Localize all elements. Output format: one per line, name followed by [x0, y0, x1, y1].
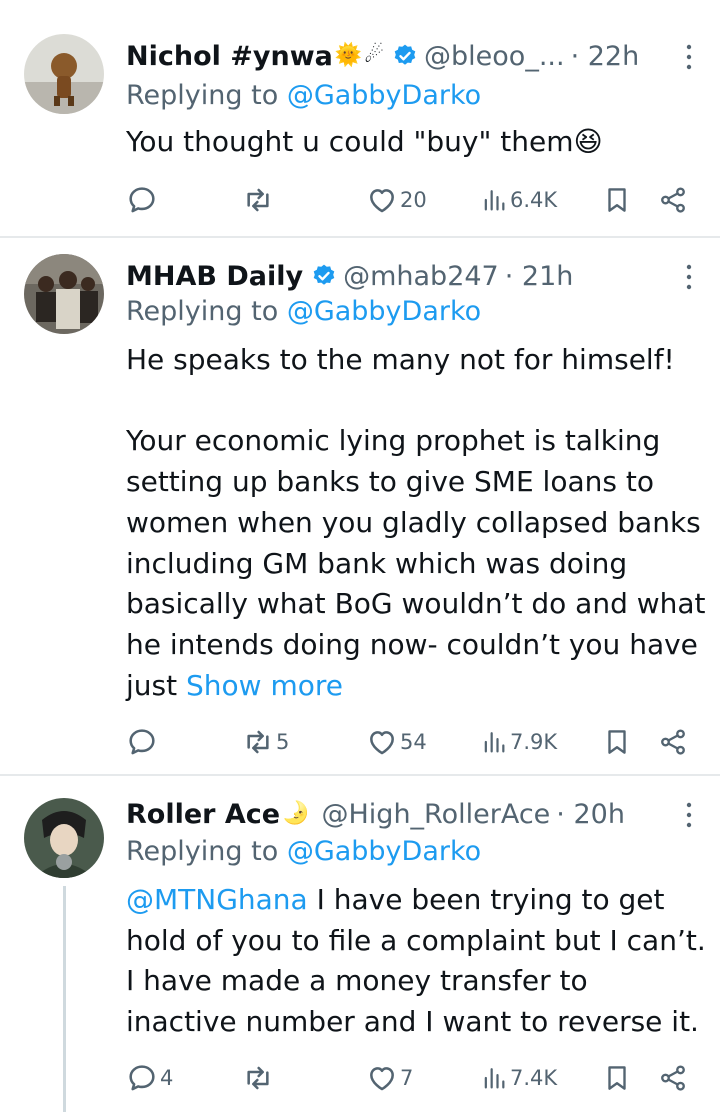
- like-icon: [366, 184, 398, 216]
- reply-button[interactable]: [126, 180, 160, 220]
- share-icon: [658, 1063, 688, 1093]
- share-icon: [658, 727, 688, 757]
- replying-to: Replying to @GabbyDarko: [126, 296, 481, 327]
- bookmark-icon: [602, 1063, 632, 1093]
- reply-icon: [126, 184, 158, 216]
- replying-to: Replying to @GabbyDarko: [126, 836, 481, 867]
- thread-line: [63, 886, 66, 1112]
- reply-count: 4: [160, 1066, 174, 1090]
- bookmark-button[interactable]: [602, 722, 632, 762]
- retweet-button[interactable]: [242, 1058, 276, 1098]
- views-button[interactable]: 7.9K: [480, 722, 557, 762]
- more-icon[interactable]: [684, 800, 694, 830]
- tweet-header: Nichol #ynwa 🌞 ☄ @bleoo_... · 22h: [126, 36, 639, 76]
- tweet[interactable]: Nichol #ynwa 🌞 ☄ @bleoo_... · 22h Replyi…: [0, 0, 720, 236]
- mention-link[interactable]: @MTNGhana: [126, 883, 308, 916]
- display-name[interactable]: Roller Ace: [126, 799, 280, 830]
- more-icon[interactable]: [684, 42, 694, 72]
- avatar[interactable]: [24, 254, 104, 334]
- tweet-header: Roller Ace 🌛 @High_RollerAce · 20h: [126, 794, 625, 834]
- like-count: 7: [400, 1066, 414, 1090]
- tweet-text: He speaks to the many not for himself! Y…: [126, 340, 706, 706]
- name-emoji: 🌛: [282, 801, 310, 826]
- bookmark-button[interactable]: [602, 1058, 632, 1098]
- tweet-text: @MTNGhana I have been trying to get hold…: [126, 880, 706, 1043]
- views-count: 7.9K: [510, 730, 558, 754]
- views-count: 7.4K: [510, 1066, 558, 1090]
- avatar[interactable]: [24, 34, 104, 114]
- bookmark-button[interactable]: [602, 180, 632, 220]
- action-bar: 5 54 7.9K: [126, 722, 706, 762]
- share-button[interactable]: [658, 722, 688, 762]
- tweet[interactable]: MHAB Daily @mhab247 · 21h Replying to @G…: [0, 238, 720, 774]
- bookmark-icon: [602, 185, 632, 215]
- like-count: 54: [400, 730, 427, 754]
- retweet-icon: [242, 726, 274, 758]
- tweet-text-content: He speaks to the many not for himself! Y…: [126, 343, 706, 702]
- display-name[interactable]: MHAB Daily: [126, 261, 303, 292]
- like-button[interactable]: 54: [366, 722, 427, 762]
- like-button[interactable]: 20: [366, 180, 427, 220]
- replying-to-handle[interactable]: @GabbyDarko: [287, 296, 481, 327]
- replying-prefix: Replying to: [126, 80, 287, 111]
- reply-icon: [126, 1062, 158, 1094]
- verified-badge-icon: [392, 43, 418, 69]
- views-button[interactable]: 7.4K: [480, 1058, 557, 1098]
- tweet-header: MHAB Daily @mhab247 · 21h: [126, 256, 573, 296]
- timestamp[interactable]: · 22h: [571, 41, 640, 72]
- show-more-link[interactable]: Show more: [186, 669, 343, 702]
- timestamp[interactable]: · 21h: [505, 261, 574, 292]
- timestamp[interactable]: · 20h: [556, 799, 625, 830]
- retweet-icon: [242, 1062, 274, 1094]
- retweet-button[interactable]: [242, 180, 276, 220]
- share-button[interactable]: [658, 1058, 688, 1098]
- like-count: 20: [400, 188, 427, 212]
- tweet-text: You thought u could "buy" them😆: [126, 122, 706, 163]
- like-icon: [366, 1062, 398, 1094]
- like-button[interactable]: 7: [366, 1058, 413, 1098]
- views-icon: [480, 728, 508, 756]
- handle[interactable]: @High_RollerAce: [322, 799, 551, 830]
- tweet-text-content: You thought u could "buy" them: [126, 125, 574, 158]
- avatar[interactable]: [24, 798, 104, 878]
- bookmark-icon: [602, 727, 632, 757]
- retweet-button[interactable]: 5: [242, 722, 289, 762]
- action-bar: 20 6.4K: [126, 180, 706, 220]
- display-name[interactable]: Nichol #ynwa: [126, 41, 333, 72]
- like-icon: [366, 726, 398, 758]
- action-bar: 4 7 7.4K: [126, 1058, 706, 1098]
- verified-badge-icon: [311, 263, 337, 289]
- handle[interactable]: @mhab247: [343, 261, 499, 292]
- name-emoji: ☄: [364, 43, 385, 68]
- views-icon: [480, 186, 508, 214]
- reply-icon: [126, 726, 158, 758]
- reply-button[interactable]: 4: [126, 1058, 173, 1098]
- retweet-icon: [242, 184, 274, 216]
- share-button[interactable]: [658, 180, 688, 220]
- text-emoji: 😆: [573, 125, 603, 158]
- replying-prefix: Replying to: [126, 296, 287, 327]
- views-button[interactable]: 6.4K: [480, 180, 557, 220]
- retweet-count: 5: [276, 730, 290, 754]
- replying-to: Replying to @GabbyDarko: [126, 80, 481, 111]
- replying-to-handle[interactable]: @GabbyDarko: [287, 836, 481, 867]
- reply-button[interactable]: [126, 722, 160, 762]
- share-icon: [658, 185, 688, 215]
- replying-to-handle[interactable]: @GabbyDarko: [287, 80, 481, 111]
- handle[interactable]: @bleoo_...: [424, 41, 565, 72]
- tweet[interactable]: Roller Ace 🌛 @High_RollerAce · 20h Reply…: [0, 776, 720, 1112]
- replying-prefix: Replying to: [126, 836, 287, 867]
- more-icon[interactable]: [684, 262, 694, 292]
- views-icon: [480, 1064, 508, 1092]
- name-emoji: 🌞: [334, 43, 363, 68]
- views-count: 6.4K: [510, 188, 558, 212]
